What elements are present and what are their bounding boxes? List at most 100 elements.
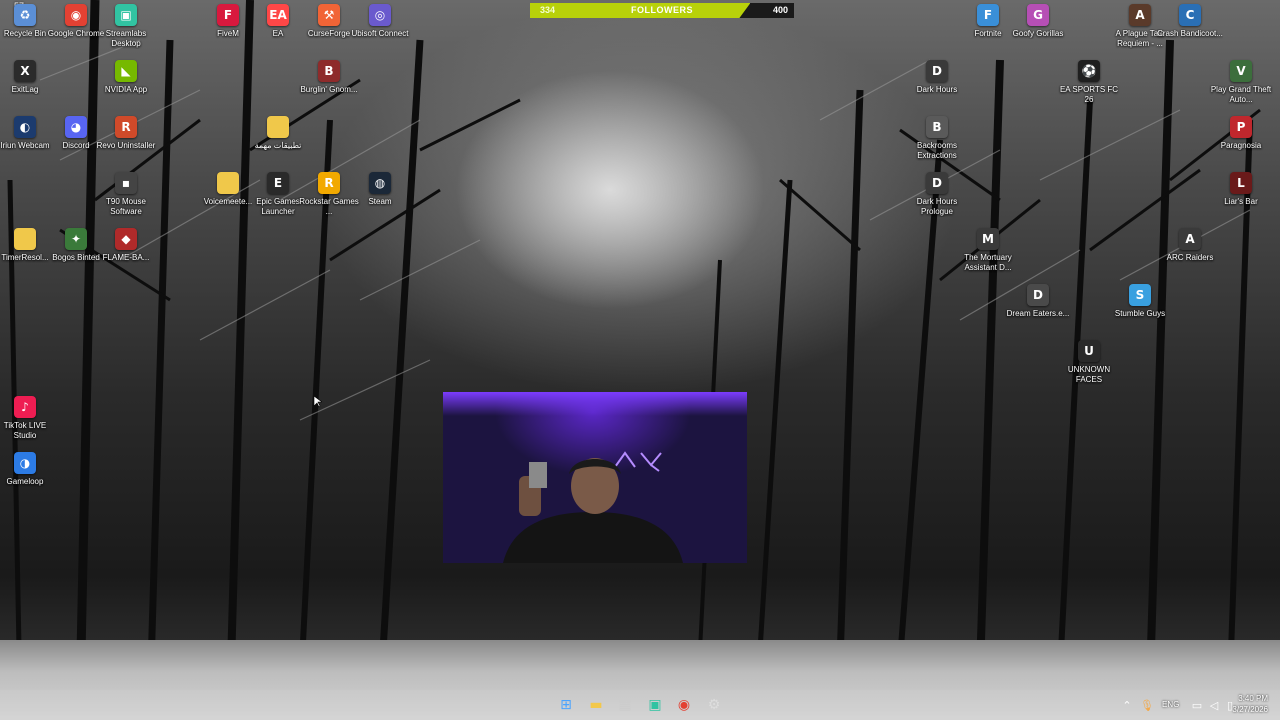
network-icon[interactable]: ▭ — [1188, 697, 1206, 713]
steam-icon: ◍ — [369, 172, 391, 194]
desktop-icon-folder[interactable]: تطبيقات مهمة — [248, 116, 308, 170]
backrooms-icon: B — [926, 116, 948, 138]
exitlag-icon: X — [14, 60, 36, 82]
desktop-icon-dark-hours-prologue[interactable]: D Dark Hours Prologue — [907, 172, 967, 226]
clock-date[interactable]: 3/27/2026 — [1232, 705, 1268, 715]
desktop-icon-burglin-gnomes[interactable]: B Burglin' Gnom... — [299, 60, 359, 114]
desktop-icon-streamlabs[interactable]: ▣ Streamlabs Desktop — [96, 4, 156, 58]
desktop-icon-unknown-faces[interactable]: U UNKNOWN FACES — [1059, 340, 1119, 394]
streamlabs-taskbar-icon[interactable]: ▣ — [646, 697, 664, 713]
goofy-gorillas-icon: G — [1027, 4, 1049, 26]
folder-icon — [14, 228, 36, 250]
liars-bar-icon: L — [1230, 172, 1252, 194]
desktop-icon-label: Dream Eaters.e... — [1006, 309, 1070, 318]
paragnosia-icon: P — [1230, 116, 1252, 138]
followers-goal-count: 400 — [772, 5, 788, 15]
desktop-icon-mortuary-assistant[interactable]: M The Mortuary Assistant D... — [958, 228, 1018, 282]
file-explorer-icon[interactable]: ▬ — [587, 697, 605, 713]
streamlabs-icon: ▣ — [115, 4, 137, 26]
desktop-icon-label: Play Grand Theft Auto... — [1210, 85, 1272, 104]
desktop-icon-ea-sports-fc[interactable]: ⚽ EA SPORTS FC 26 — [1059, 60, 1119, 114]
stumble-guys-icon: S — [1129, 284, 1151, 306]
desktop-icon-label: Ubisoft Connect — [351, 29, 409, 38]
webcam-overlay — [443, 392, 747, 563]
desktop-icon-goofy-gorillas[interactable]: G Goofy Gorillas — [1008, 4, 1068, 58]
ea-icon: EA — [267, 4, 289, 26]
desktop-icon-label: T90 Mouse Software — [105, 197, 147, 216]
dark-hours-prologue-icon: D — [926, 172, 948, 194]
followers-goal-widget: FOLLOWERS 334 400 — [530, 3, 794, 18]
mouse-software-icon: ▪ — [115, 172, 137, 194]
desktop-icon-nvidia[interactable]: ◣ NVIDIA App — [96, 60, 156, 114]
folder-icon — [217, 172, 239, 194]
arc-raiders-icon: A — [1179, 228, 1201, 250]
desktop-icon-label: Revo Uninstaller — [96, 141, 156, 150]
discord-icon: ◕ — [65, 116, 87, 138]
desktop-icon-label: ExitLag — [11, 85, 39, 94]
desktop-icon-crash-bandicoot[interactable]: C Crash Bandicoot... — [1157, 4, 1223, 58]
desktop-icon-revo-uninstaller[interactable]: R Revo Uninstaller — [96, 116, 156, 170]
desktop-icon-backrooms[interactable]: B Backrooms Extractions — [907, 116, 967, 170]
desktop-icon-label: The Mortuary Assistant D... — [964, 253, 1012, 272]
desktop-icon-stumble-guys[interactable]: S Stumble Guys — [1110, 284, 1170, 338]
desktop-icon-label: Backrooms Extractions — [916, 141, 957, 160]
desktop-icon-label: Dark Hours — [916, 85, 958, 94]
desktop-icon-dark-hours[interactable]: D Dark Hours — [907, 60, 967, 114]
language-indicator[interactable]: ENG — [1162, 700, 1179, 710]
chrome-taskbar-icon[interactable]: ◉ — [675, 697, 693, 713]
desktop-icon-label: Steam — [368, 197, 392, 206]
mouse-pointer-icon — [314, 396, 322, 408]
desktop-icon-label: Paragnosia — [1220, 141, 1262, 150]
desktop-icon-label: NVIDIA App — [104, 85, 148, 94]
desktop-icon-label: UNKNOWN FACES — [1067, 365, 1111, 384]
unknown-faces-icon: U — [1078, 340, 1100, 362]
folder-icon — [267, 116, 289, 138]
desktop-icon-label: Liar's Bar — [1224, 197, 1258, 206]
desktop-icon-label: Stumble Guys — [1114, 309, 1166, 318]
desktop-icon-steam[interactable]: ◍ Steam — [350, 172, 410, 226]
recycle-bin-icon: ♻ — [14, 4, 36, 26]
gameloop-icon: ◑ — [14, 452, 36, 474]
fivem-icon: F — [217, 4, 239, 26]
flame-ba-icon: ◆ — [115, 228, 137, 250]
dream-eaters-icon: D — [1027, 284, 1049, 306]
desktop-icon-label: TikTok LIVE Studio — [3, 421, 47, 440]
settings-icon[interactable]: ⚙ — [705, 697, 723, 713]
epic-games-icon: E — [267, 172, 289, 194]
burglin-gnomes-icon: B — [318, 60, 340, 82]
desktop-icon-arc-raiders[interactable]: A ARC Raiders — [1160, 228, 1220, 282]
rockstar-icon: R — [318, 172, 340, 194]
desktop-icon-tiktok-live[interactable]: ♪ TikTok LIVE Studio — [0, 396, 55, 450]
fortnite-icon: F — [977, 4, 999, 26]
streamer-silhouette — [503, 458, 683, 563]
desktop-icon-label: Dark Hours Prologue — [916, 197, 958, 216]
microphone-icon[interactable]: 🎙 — [1138, 697, 1156, 713]
desktop-icon-gta[interactable]: V Play Grand Theft Auto... — [1211, 60, 1271, 114]
desktop-icon-ubisoft[interactable]: ◎ Ubisoft Connect — [350, 4, 410, 58]
desktop-icon-label: Gameloop — [6, 477, 44, 486]
clock-time[interactable]: 3:40 PM — [1238, 694, 1268, 704]
desktop-icon-label: Goofy Gorillas — [1012, 29, 1064, 38]
ubisoft-icon: ◎ — [369, 4, 391, 26]
mortuary-assistant-icon: M — [977, 228, 999, 250]
desktop-icon-dream-eaters[interactable]: D Dream Eaters.e... — [1006, 284, 1070, 338]
desktop-icon-exitlag[interactable]: X ExitLag — [0, 60, 55, 114]
desktop-icon-gameloop[interactable]: ◑ Gameloop — [0, 452, 55, 506]
desktop-icon-label: EA SPORTS FC 26 — [1059, 85, 1119, 104]
desktop-icon-mouse-software[interactable]: ▪ T90 Mouse Software — [96, 172, 156, 226]
bogos-binted-icon: ✦ — [65, 228, 87, 250]
webcam-purple-light — [443, 392, 747, 416]
desktop-icon-liars-bar[interactable]: L Liar's Bar — [1211, 172, 1271, 226]
dark-hours-icon: D — [926, 60, 948, 82]
taskbar — [0, 690, 1280, 720]
desktop-icon-label: Burglin' Gnom... — [300, 85, 358, 94]
nvidia-icon: ◣ — [115, 60, 137, 82]
desktop-icon-flame-ba[interactable]: ◆ FLAME-BA... — [96, 228, 156, 282]
desktop-icon-paragnosia[interactable]: P Paragnosia — [1211, 116, 1271, 170]
windows-start-icon[interactable]: ⊞ — [557, 697, 575, 713]
microsoft-store-icon[interactable]: ▦ — [616, 697, 634, 713]
plague-tale-icon: A — [1129, 4, 1151, 26]
desktop-icon-label: Streamlabs Desktop — [105, 29, 147, 48]
tray-overflow-chevron-icon[interactable]: ⌃ — [1118, 697, 1136, 713]
iriun-webcam-icon: ◐ — [14, 116, 36, 138]
